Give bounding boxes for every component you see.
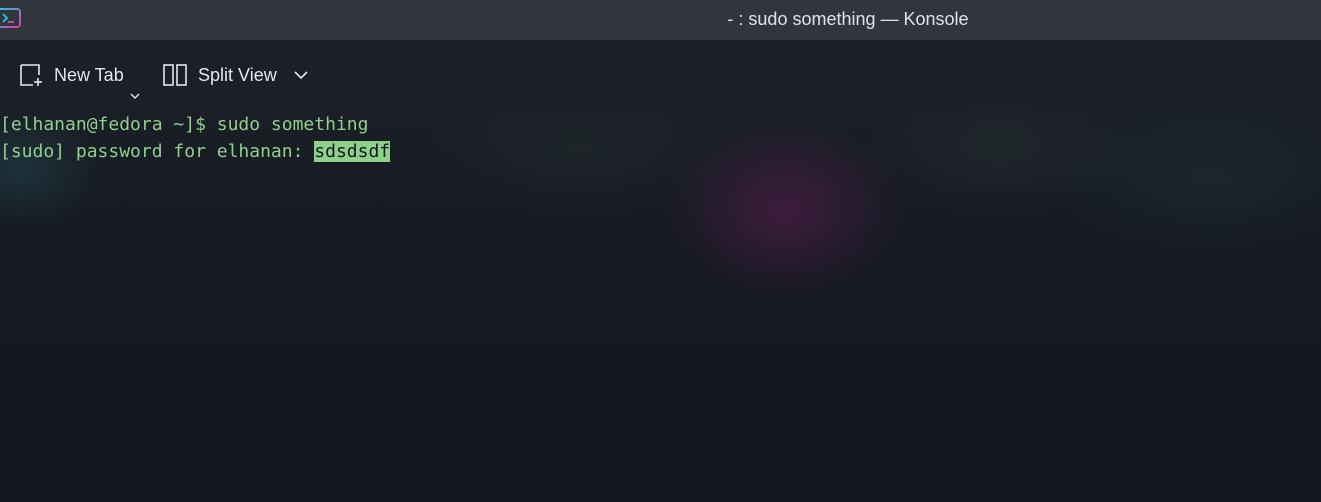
chevron-down-icon[interactable]: [293, 70, 309, 80]
new-tab-icon: [18, 62, 44, 88]
konsole-window: - : sudo something — Konsole New Tab Spl…: [0, 0, 1321, 502]
split-view-button[interactable]: Split View: [162, 60, 309, 90]
terminal-area[interactable]: [elhanan@fedora ~]$ sudo something [sudo…: [0, 110, 1321, 502]
chevron-down-icon[interactable]: [130, 87, 140, 105]
password-prompt: [sudo] password for elhanan:: [0, 141, 315, 162]
selected-input-text[interactable]: sdsdsdf: [314, 141, 391, 162]
title-bar[interactable]: - : sudo something — Konsole: [0, 0, 1321, 40]
new-tab-label: New Tab: [54, 64, 124, 85]
toolbar: New Tab Split View: [0, 40, 1321, 110]
split-view-icon: [162, 62, 188, 88]
terminal-line-password: [sudo] password for elhanan: sdsdsdf: [0, 140, 391, 164]
window-title: - : sudo something — Konsole: [727, 9, 969, 29]
split-view-label: Split View: [198, 64, 277, 85]
new-tab-button[interactable]: New Tab: [18, 60, 124, 90]
terminal-line-command: [elhanan@fedora ~]$ sudo something: [0, 114, 369, 135]
